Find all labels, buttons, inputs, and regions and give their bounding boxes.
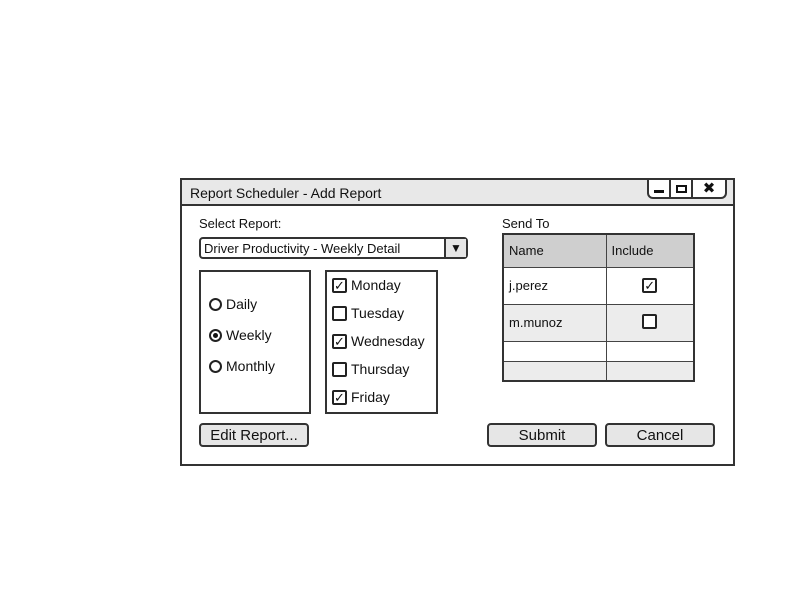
checkbox-icon: ✓	[332, 389, 347, 405]
report-select[interactable]: Driver Productivity - Weekly Detail ▼	[199, 237, 468, 259]
checkbox-label: Tuesday	[351, 305, 405, 321]
table-row[interactable]	[502, 340, 695, 362]
checkbox-icon[interactable]: ✓	[642, 278, 658, 293]
checkbox-monday[interactable]: ✓ Monday	[332, 277, 401, 293]
checkbox-icon[interactable]	[642, 313, 658, 329]
radio-daily[interactable]: Daily	[209, 296, 257, 312]
send-to-label: Send To	[502, 216, 550, 231]
recipient-name	[502, 340, 607, 362]
radio-icon	[209, 328, 222, 342]
checkbox-wednesday[interactable]: ✓ Wednesday	[332, 333, 425, 349]
checkbox-icon: ✓	[332, 333, 347, 349]
radio-label: Monthly	[226, 358, 276, 374]
checkbox-label: Friday	[351, 389, 390, 405]
checkbox-icon: ✓	[332, 277, 347, 293]
minimize-button[interactable]	[647, 180, 671, 199]
window-title: Report Scheduler - Add Report	[190, 185, 382, 201]
dropdown-arrow-icon[interactable]: ▼	[444, 239, 466, 257]
cancel-button[interactable]: Cancel	[605, 423, 715, 447]
include-cell[interactable]	[605, 360, 695, 382]
minimize-icon	[654, 190, 664, 193]
include-cell[interactable]	[605, 340, 695, 362]
checkbox-thursday[interactable]: Thursday	[332, 361, 409, 377]
recipient-name	[502, 360, 607, 382]
radio-weekly[interactable]: Weekly	[209, 327, 272, 343]
recipients-table: Name Include j.perez ✓ m.munoz	[502, 233, 695, 382]
checkbox-label: Wednesday	[351, 333, 425, 349]
checkbox-friday[interactable]: ✓ Friday	[332, 389, 390, 405]
close-icon: ✖	[702, 180, 716, 197]
checkbox-label: Thursday	[351, 361, 410, 377]
checkbox-icon	[332, 361, 347, 377]
title-bar[interactable]: Report Scheduler - Add Report ✖	[182, 180, 733, 206]
recipient-name: j.perez	[502, 266, 607, 305]
close-button[interactable]: ✖	[691, 180, 727, 199]
maximize-button[interactable]	[669, 180, 693, 199]
table-header-row: Name Include	[502, 233, 695, 268]
checkbox-icon	[332, 305, 347, 321]
radio-dot-icon	[213, 332, 218, 338]
report-scheduler-window: Report Scheduler - Add Report ✖ Select R…	[180, 178, 735, 466]
radio-monthly[interactable]: Monthly	[209, 358, 275, 374]
window-controls: ✖	[647, 180, 727, 200]
days-group: ✓ Monday Tuesday ✓ Wednesday Thursday ✓ …	[325, 270, 438, 414]
include-cell[interactable]	[605, 303, 695, 342]
select-report-label: Select Report:	[199, 216, 282, 231]
frequency-group: Daily Weekly Monthly	[199, 270, 311, 414]
recipient-name: m.munoz	[502, 303, 607, 342]
column-header-name[interactable]: Name	[502, 233, 607, 268]
table-row[interactable]: m.munoz	[502, 303, 695, 342]
radio-label: Weekly	[226, 327, 272, 343]
checkbox-tuesday[interactable]: Tuesday	[332, 305, 404, 321]
radio-icon	[209, 297, 222, 311]
column-header-include[interactable]: Include	[605, 233, 695, 268]
table-row[interactable]: j.perez ✓	[502, 266, 695, 305]
maximize-icon	[675, 184, 687, 193]
include-cell[interactable]: ✓	[605, 266, 695, 305]
edit-report-button[interactable]: Edit Report...	[199, 423, 309, 447]
radio-label: Daily	[226, 296, 258, 312]
report-select-value: Driver Productivity - Weekly Detail	[204, 241, 401, 256]
table-row[interactable]	[502, 360, 695, 382]
checkbox-label: Monday	[351, 277, 401, 293]
submit-button[interactable]: Submit	[487, 423, 597, 447]
radio-icon	[209, 359, 222, 373]
